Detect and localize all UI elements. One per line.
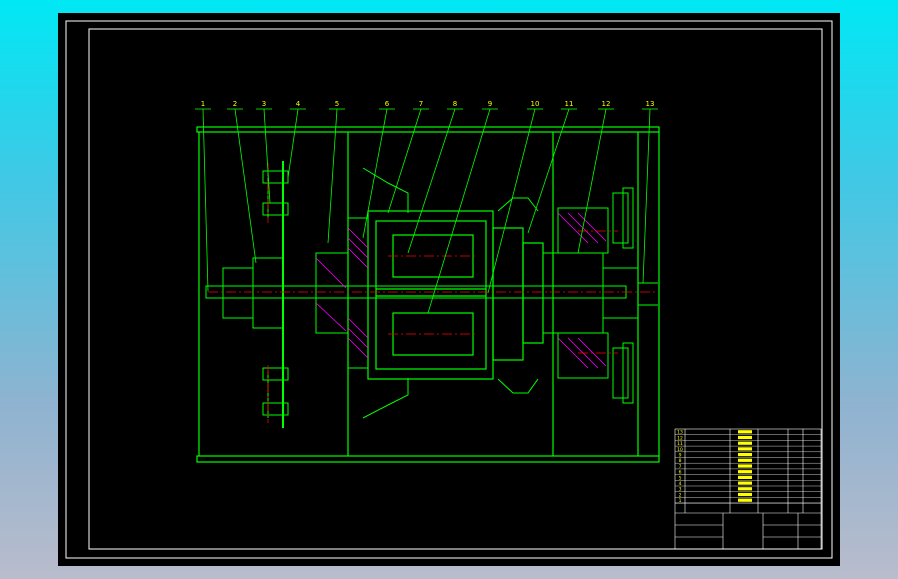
parts-list-row-number: 2 [679,492,682,498]
part-number-label: 12 [602,100,611,108]
leader-line [642,108,651,284]
part-number-label: 1 [201,100,205,108]
parts-list-row-number: 1 [679,498,682,504]
part-number-label: 2 [233,100,237,108]
housing [196,126,660,463]
part-number-label: 4 [296,100,301,108]
parts-list-name-glyph [738,475,752,479]
parts-list-row-number: 13 [677,430,683,436]
part-number-label: 13 [646,100,655,108]
section-hatching [315,212,607,369]
parts-list-name-glyph [738,481,752,485]
parts-list-name-glyph [738,430,752,434]
leader-line [407,108,456,254]
parts-list-name-glyph [738,453,752,457]
parts-list-name-glyph [738,447,752,451]
part-number-label: 8 [453,100,457,108]
part-number-label: 7 [419,100,423,108]
leader-line [327,108,338,244]
cad-drawing-canvas: 1 2 3 4 5 6 7 8 9 10 11 12 13 13121110987654321 [65,20,833,559]
parts-list-row-number: 7 [679,464,682,470]
parts-list-name-glyph [738,487,752,491]
parts-list-row-number: 5 [679,475,682,481]
parts-list-row-number: 11 [677,441,683,447]
leader-line [362,108,388,239]
part-number-label: 11 [565,100,574,108]
part-number-label: 9 [488,100,492,108]
drawing-sheet: 1 2 3 4 5 6 7 8 9 10 11 12 13 13 12 11 10 9 8 7 6 5 4 3 2 1 [58,13,840,566]
leader-line [287,108,299,179]
shaft-assembly [205,161,627,428]
parts-list-name-glyph [738,435,752,440]
parts-list: 13121110987654321 [675,430,821,504]
end-cover [362,167,539,419]
parts-list-name-glyph [738,492,752,497]
parts-list-name-glyph [738,458,752,462]
leader-line [487,108,536,294]
parts-list-name-glyph [738,441,752,445]
parts-list-name-glyph [738,498,752,502]
leader-line [263,108,271,204]
parts-list-row-number: 3 [679,487,682,493]
parts-list-row-number: 6 [679,470,682,476]
part-number-label: 6 [385,100,390,108]
part-number-label: 5 [335,100,339,108]
center-lines [208,163,658,423]
parts-list-row-number: 10 [677,447,683,453]
leader-line [202,108,209,292]
parts-list-row-number: 8 [679,458,682,464]
drum [367,210,544,380]
right-gearbox [542,187,658,404]
parts-list-row-number: 4 [679,481,682,487]
part-labels: 1 2 3 4 5 6 7 8 9 10 11 12 13 [201,100,655,108]
leader-line [387,108,422,214]
parts-list-name-glyph [738,470,752,474]
parts-list-row-number: 12 [677,435,683,441]
parts-list-row-number: 9 [679,453,682,459]
part-number-label: 3 [262,100,266,108]
parts-list-name-glyph [738,464,752,468]
part-number-label: 10 [531,100,540,108]
